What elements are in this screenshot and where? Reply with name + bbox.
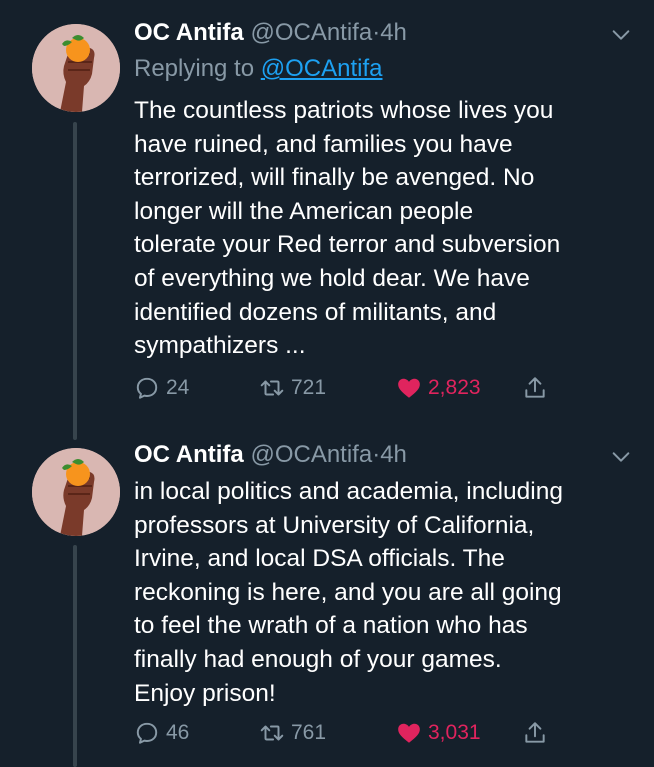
display-name[interactable]: OC Antifa [134,441,244,468]
reply-bubble-icon [136,377,158,399]
retweet-icon [260,380,284,396]
text-line: terrorized, will finally be avenged. No [134,164,535,192]
text-line: of everything we hold dear. We have [134,264,530,292]
tweet-actions: 24 721 2,823 [134,373,634,403]
text-line: tolerate your Red terror and subversion [134,231,561,259]
text-line: in local politics and academia, includin… [134,478,564,505]
tweet-1[interactable]: OC Antifa @OCAntifa·4h Replying to @OCAn… [0,0,654,440]
reply-button[interactable]: 46 [134,718,189,748]
replying-to-link[interactable]: @OCAntifa [261,55,383,82]
like-button[interactable]: 3,031 [396,718,481,748]
tweet-actions: 46 761 3,031 [134,718,634,748]
avatar[interactable] [32,448,120,536]
share-button[interactable] [522,718,554,748]
user-handle[interactable]: @OCAntifa [250,19,372,46]
retweet-count: 721 [291,376,327,399]
timestamp[interactable]: 4h [380,441,407,468]
raised-fist-orange-icon [32,24,120,112]
like-button[interactable]: 2,823 [396,373,481,403]
text-line: identified dozens of militants, and [134,298,497,326]
user-handle[interactable]: @OCAntifa [250,441,372,468]
display-name[interactable]: OC Antifa [134,19,244,46]
like-count: 2,823 [428,376,481,399]
heart-filled-icon [398,378,420,398]
separator-dot: · [372,441,381,468]
share-icon [525,722,545,743]
avatar[interactable] [32,24,120,112]
tweet-text: The countless patriots whose lives you h… [134,94,634,363]
reply-bubble-icon [136,722,158,744]
reply-count: 24 [166,376,190,399]
raised-fist-orange-icon [32,448,120,536]
retweet-button[interactable]: 761 [259,718,326,748]
share-icon [525,377,545,398]
replying-prefix: Replying to [134,55,255,82]
heart-filled-icon [398,723,420,743]
like-count: 3,031 [428,721,481,744]
text-line: professors at University of California, [134,511,535,539]
text-line: Irvine, and local DSA officials. The [134,545,505,573]
retweet-icon [260,725,284,741]
reply-button[interactable]: 24 [134,373,189,403]
timestamp[interactable]: 4h [380,19,407,46]
text-line: have ruined, and families you have [134,130,513,158]
text-line: The countless patriots whose lives you [134,97,554,124]
text-line: to feel the wrath of a nation who has [134,612,528,640]
text-line: Enjoy prison! [134,679,276,707]
text-line: reckoning is here, and you are all going [134,578,562,606]
share-button[interactable] [522,373,554,403]
reply-count: 46 [166,721,190,744]
tweet-2[interactable]: OC Antifa @OCAntifa·4h in local politics… [0,440,654,767]
chevron-down-icon[interactable] [610,446,632,468]
text-line: longer will the American people [134,197,474,225]
chevron-down-icon[interactable] [610,24,632,46]
replying-to: Replying to @OCAntifa [134,54,382,84]
text-line: sympathizers ... [134,332,306,360]
retweet-count: 761 [291,721,327,744]
retweet-button[interactable]: 721 [259,373,326,403]
tweet-text: in local politics and academia, includin… [134,475,634,710]
text-line: finally had enough of your games. [134,645,502,673]
tweet-header: OC Antifa @OCAntifa·4h [134,440,407,470]
tweet-header: OC Antifa @OCAntifa·4h [134,18,407,48]
separator-dot: · [372,19,381,46]
